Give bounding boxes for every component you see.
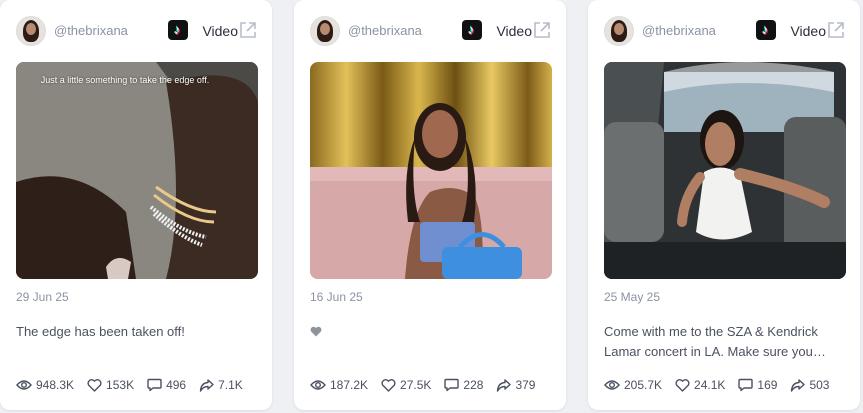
post-card[interactable]: @thebrixana ♪ ♪ ♪ Video 16 Jun 25 187.2K… — [294, 0, 566, 410]
heart-icon — [675, 378, 690, 392]
avatar[interactable] — [604, 16, 634, 46]
external-link-icon[interactable] — [238, 20, 258, 40]
avatar[interactable] — [16, 16, 46, 46]
avatar[interactable] — [310, 16, 340, 46]
views-stat: 187.2K — [310, 378, 368, 392]
views-count: 948.3K — [36, 378, 75, 392]
likes-stat: 27.5K — [381, 378, 431, 392]
post-caption: The edge has been taken off! — [16, 324, 185, 339]
likes-count: 27.5K — [400, 378, 432, 392]
likes-count: 24.1K — [694, 378, 726, 392]
shares-count: 503 — [809, 378, 830, 392]
comment-icon — [738, 378, 754, 392]
likes-stat: 24.1K — [675, 378, 725, 392]
post-date: 16 Jun 25 — [310, 290, 363, 304]
post-date: 25 May 25 — [604, 290, 661, 304]
shares-stat: 503 — [790, 378, 829, 392]
username[interactable]: @thebrixana — [54, 23, 128, 38]
comment-icon — [444, 378, 460, 392]
share-icon — [199, 378, 214, 392]
video-thumbnail[interactable] — [310, 62, 552, 279]
post-caption — [310, 322, 550, 342]
heart-icon — [381, 378, 396, 392]
tiktok-icon: ♪ ♪ ♪ — [168, 20, 188, 40]
post-stats: 205.7K 24.1K 169 503 — [604, 376, 829, 394]
platform-label: Video — [496, 23, 532, 39]
comments-count: 496 — [166, 378, 187, 392]
share-icon — [497, 378, 512, 392]
username[interactable]: @thebrixana — [348, 23, 422, 38]
shares-count: 7.1K — [218, 378, 243, 392]
likes-stat: 153K — [87, 378, 134, 392]
likes-count: 153K — [106, 378, 135, 392]
shares-count: 379 — [515, 378, 536, 392]
comments-stat: 496 — [147, 378, 186, 392]
views-count: 187.2K — [330, 378, 369, 392]
comments-stat: 169 — [738, 378, 777, 392]
post-card[interactable]: @thebrixana ♪ ♪ ♪ Video 25 May 25 Come wit… — [588, 0, 860, 410]
tiktok-icon: ♪ ♪ ♪ — [462, 20, 482, 40]
tiktok-icon: ♪ ♪ ♪ — [756, 20, 776, 40]
shares-stat: 7.1K — [199, 378, 243, 392]
views-stat: 948.3K — [16, 378, 74, 392]
post-date: 29 Jun 25 — [16, 290, 69, 304]
comment-icon — [147, 378, 162, 392]
video-thumbnail[interactable] — [16, 62, 258, 279]
card-header: @thebrixana ♪ ♪ ♪ Video — [294, 14, 566, 50]
card-header: @thebrixana ♪ ♪ ♪ Video — [588, 14, 860, 50]
post-stats: 187.2K 27.5K 228 379 — [310, 376, 535, 394]
video-thumbnail[interactable] — [604, 62, 846, 279]
eye-icon — [604, 380, 620, 390]
post-caption: Come with me to the SZA & Kendrick Lamar… — [604, 324, 818, 359]
external-link-icon[interactable] — [826, 20, 846, 40]
comments-count: 228 — [463, 378, 484, 392]
heart-icon — [87, 378, 102, 392]
comments-count: 169 — [757, 378, 778, 392]
views-stat: 205.7K — [604, 378, 662, 392]
share-icon — [791, 378, 806, 392]
username[interactable]: @thebrixana — [642, 23, 716, 38]
grey-heart-icon — [310, 326, 322, 337]
views-count: 205.7K — [624, 378, 663, 392]
platform-label: Video — [790, 23, 826, 39]
comments-stat: 228 — [444, 378, 483, 392]
eye-icon — [310, 380, 326, 390]
post-stats: 948.3K 153K 496 7.1K — [16, 376, 243, 394]
card-header: @thebrixana ♪ ♪ ♪ Video — [0, 14, 272, 50]
platform-label: Video — [202, 23, 238, 39]
external-link-icon[interactable] — [532, 20, 552, 40]
post-card[interactable]: @thebrixana ♪ ♪ ♪ Video Just a little some… — [0, 0, 272, 410]
thumbnail-caption: Just a little something to take the edge… — [40, 75, 210, 85]
shares-stat: 379 — [496, 378, 535, 392]
eye-icon — [16, 380, 32, 390]
